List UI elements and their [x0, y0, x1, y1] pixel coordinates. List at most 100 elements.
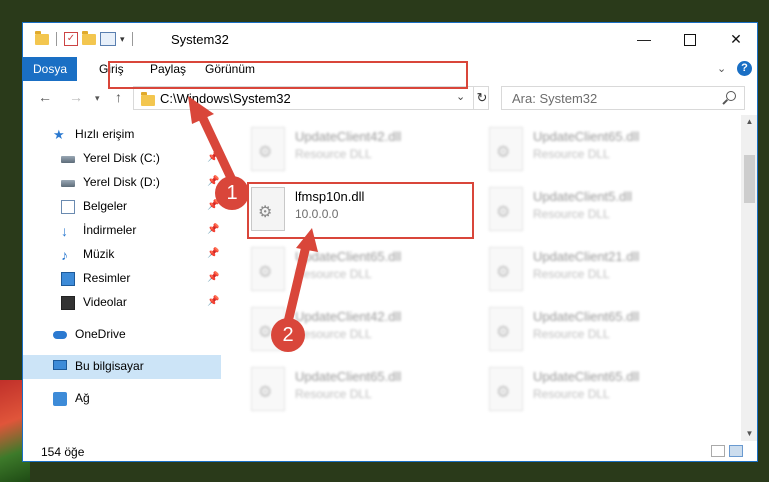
sidebar-item-quick-access[interactable]: ★ Hızlı erişim [23, 123, 221, 147]
details-view-icon[interactable] [711, 445, 725, 457]
downloads-icon: ↓ [61, 223, 68, 239]
address-dropdown-icon[interactable]: ⌄ [456, 90, 465, 103]
star-icon: ★ [53, 127, 65, 142]
dll-file-icon [489, 247, 523, 291]
sidebar-item-local-disk-c[interactable]: Yerel Disk (C:) 📌 [23, 147, 221, 171]
sidebar-item-label: Ağ [75, 391, 90, 405]
file-item[interactable]: UpdateClient42.dll Resource DLL [247, 123, 447, 179]
file-item[interactable]: UpdateClient65.dll Resource DLL [485, 363, 685, 419]
large-icons-view-icon[interactable] [729, 445, 743, 457]
folder-icon [141, 92, 155, 106]
file-description: Resource DLL [295, 327, 372, 341]
pin-icon[interactable]: 📌 [207, 272, 219, 283]
step-badge-1: 1 [215, 176, 249, 210]
tab-file[interactable]: Dosya [23, 57, 77, 81]
sidebar-item-this-pc[interactable]: Bu bilgisayar [23, 355, 221, 379]
new-folder-icon[interactable] [82, 30, 96, 45]
sidebar-item-downloads[interactable]: ↓ İndirmeler 📌 [23, 219, 221, 243]
status-bar: 154 öğe [23, 441, 757, 461]
title-bar: ✓ ▾ System32 — ✕ [23, 23, 757, 57]
dll-file-icon [489, 187, 523, 231]
file-item[interactable]: UpdateClient65.dll Resource DLL [485, 123, 685, 179]
file-item[interactable]: UpdateClient65.dll Resource DLL [247, 363, 447, 419]
dll-file-icon [489, 367, 523, 411]
file-name: UpdateClient65.dll [295, 369, 402, 384]
drive-icon [61, 180, 75, 187]
file-name: UpdateClient65.dll [533, 369, 640, 384]
refresh-icon[interactable]: ↻ [473, 87, 490, 109]
sidebar-item-label: Müzik [83, 247, 115, 261]
sidebar-item-local-disk-d[interactable]: Yerel Disk (D:) 📌 [23, 171, 221, 195]
scroll-thumb[interactable] [744, 155, 755, 203]
file-name: UpdateClient42.dll [295, 129, 402, 144]
scroll-down-icon[interactable]: ▼ [741, 427, 757, 441]
documents-icon [61, 200, 75, 214]
toolbar-dropdown-icon[interactable]: ▾ [120, 34, 125, 45]
scroll-up-icon[interactable]: ▲ [741, 115, 757, 129]
toolbar-divider [131, 32, 133, 46]
file-description: Resource DLL [533, 387, 610, 401]
address-bar[interactable]: C:\Windows\System32 ⌄ ↻ [133, 86, 489, 110]
onedrive-icon [53, 331, 67, 339]
sidebar-item-network[interactable]: Ağ [23, 387, 221, 411]
sidebar-item-label: Bu bilgisayar [75, 359, 144, 373]
sidebar-item-documents[interactable]: Belgeler 📌 [23, 195, 221, 219]
maximize-icon [684, 34, 696, 47]
properties-check-icon[interactable]: ✓ [64, 32, 78, 46]
navigation-pane: ★ Hızlı erişim Yerel Disk (C:) 📌 Yerel D… [23, 115, 223, 441]
sidebar-item-onedrive[interactable]: OneDrive [23, 323, 221, 347]
recent-locations-icon[interactable]: ▾ [95, 93, 100, 104]
file-name: UpdateClient65.dll [295, 249, 402, 264]
sidebar-item-label: Yerel Disk (D:) [83, 175, 160, 189]
drive-icon [61, 156, 75, 163]
network-icon [53, 392, 67, 406]
videos-icon [61, 296, 75, 310]
maximize-button[interactable] [667, 23, 713, 55]
up-arrow-icon[interactable]: ↑ [115, 89, 122, 105]
pin-icon[interactable]: 📌 [207, 224, 219, 235]
close-button[interactable]: ✕ [713, 23, 757, 55]
help-icon[interactable]: ? [737, 61, 752, 76]
address-path[interactable]: C:\Windows\System32 [160, 91, 291, 106]
file-name: UpdateClient5.dll [533, 189, 633, 204]
file-highlight-box [247, 182, 474, 239]
pin-icon[interactable]: 📌 [207, 296, 219, 307]
sidebar-item-label: İndirmeler [83, 223, 137, 237]
sidebar-item-music[interactable]: ♪ Müzik 📌 [23, 243, 221, 267]
minimize-button[interactable]: — [621, 23, 667, 55]
forward-arrow-icon[interactable]: → [69, 89, 83, 105]
file-description: Resource DLL [533, 207, 610, 221]
back-arrow-icon[interactable]: ← [38, 89, 52, 105]
search-placeholder: Ara: System32 [512, 91, 598, 106]
vertical-scrollbar[interactable]: ▲ ▼ [741, 115, 757, 441]
file-description: Resource DLL [295, 267, 372, 281]
music-icon: ♪ [61, 247, 68, 263]
pin-icon[interactable]: 📌 [207, 248, 219, 259]
file-description: Resource DLL [533, 267, 610, 281]
dll-file-icon [489, 127, 523, 171]
file-description: Resource DLL [533, 327, 610, 341]
file-name: UpdateClient65.dll [533, 129, 640, 144]
file-description: Resource DLL [533, 147, 610, 161]
file-description: Resource DLL [295, 387, 372, 401]
pin-icon[interactable]: 📌 [207, 152, 219, 163]
sidebar-item-pictures[interactable]: Resimler 📌 [23, 267, 221, 291]
search-icon [726, 91, 736, 101]
sidebar-item-label: OneDrive [75, 327, 126, 341]
search-input[interactable]: Ara: System32 [501, 86, 745, 110]
customize-icon[interactable] [100, 32, 116, 46]
file-item[interactable]: UpdateClient21.dll Resource DLL [485, 243, 685, 299]
sidebar-item-label: Resimler [83, 271, 131, 285]
pictures-icon [61, 272, 75, 286]
file-item[interactable]: UpdateClient65.dll Resource DLL [485, 303, 685, 359]
sidebar-item-label: Videolar [83, 295, 127, 309]
sidebar-item-videos[interactable]: Videolar 📌 [23, 291, 221, 315]
dll-file-icon [251, 127, 285, 171]
file-name: UpdateClient21.dll [533, 249, 640, 264]
file-item[interactable]: UpdateClient5.dll Resource DLL [485, 183, 685, 239]
window-title: System32 [171, 32, 229, 47]
file-item[interactable]: UpdateClient65.dll Resource DLL [247, 243, 447, 299]
dll-file-icon [251, 247, 285, 291]
expand-ribbon-icon[interactable]: ⌄ [717, 62, 726, 75]
file-list: UpdateClient42.dll Resource DLL lfmsp10n… [223, 115, 741, 441]
